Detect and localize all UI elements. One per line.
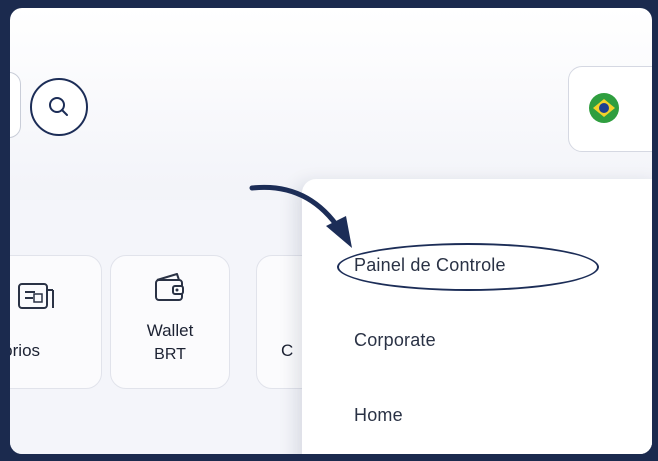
search-input[interactable] — [10, 72, 21, 138]
pointer-arrow-icon — [249, 184, 352, 248]
shortcut-label: atórios — [10, 341, 41, 360]
menu-item-painel-de-controle[interactable]: Painel de Controle — [354, 255, 506, 276]
shortcut-label-line1: Wallet — [146, 321, 194, 340]
menu-item-home[interactable]: Home — [354, 405, 403, 426]
wallet-icon — [155, 273, 184, 301]
language-selector[interactable] — [568, 66, 652, 152]
menu-item-corporate[interactable]: Corporate — [354, 330, 436, 351]
brazil-flag-icon — [589, 93, 619, 123]
app-window: atórios Wallet BRT C Painel de Controle … — [10, 8, 652, 454]
report-icon — [18, 283, 54, 309]
shortcut-reports[interactable]: atórios — [10, 255, 102, 389]
shortcut-wallet[interactable]: Wallet BRT — [110, 255, 230, 389]
search-button[interactable] — [30, 78, 88, 136]
shortcut-label-line2: BRT — [154, 346, 186, 363]
search-icon — [49, 97, 68, 116]
